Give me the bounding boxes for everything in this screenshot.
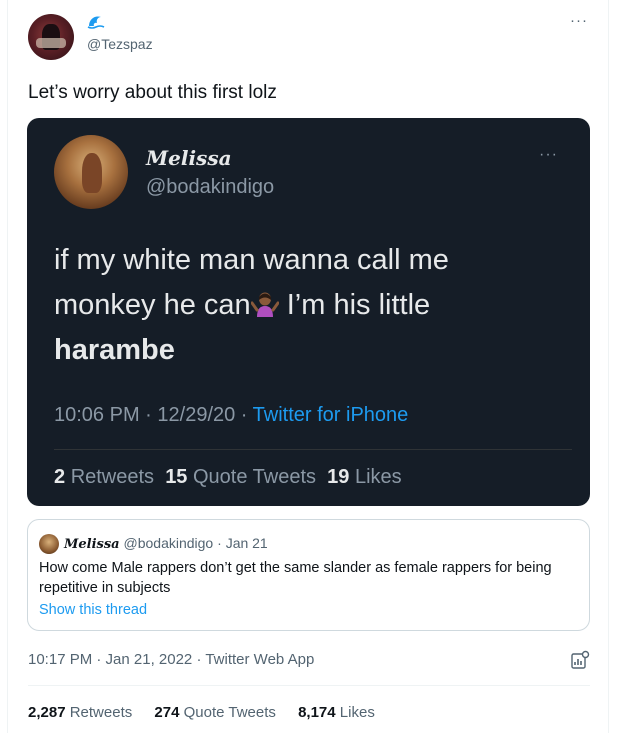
- quotes-label: Quote Tweets: [183, 704, 276, 721]
- embedded-retweets-label: Retweets: [70, 466, 155, 488]
- embedded-line-1: if my white man wanna call me: [54, 244, 449, 276]
- retweets-label: Retweets: [69, 704, 133, 721]
- embedded-line-2: monkey he can I’m his little: [54, 283, 574, 328]
- embedded-likes-label: Likes: [354, 466, 402, 488]
- quoted-tweet-card[interactable]: Melissa @bodakindigo · Jan 21 How come M…: [27, 519, 590, 631]
- embedded-display-name: Melissa: [146, 146, 232, 170]
- quoted-header: Melissa @bodakindigo · Jan 21: [64, 535, 268, 552]
- retweets-count: 2,287: [28, 704, 66, 721]
- left-border: [7, 0, 8, 733]
- tweet-timestamp[interactable]: 10:17 PM · Jan 21, 2022: [28, 651, 192, 668]
- likes-count: 8,174: [298, 704, 336, 721]
- person-shrugging-emoji: [250, 292, 279, 317]
- quoted-date[interactable]: Jan 21: [226, 535, 268, 551]
- embedded-quotes-label: Quote Tweets: [193, 466, 317, 488]
- quoted-text: How come Male rappers don’t get the same…: [39, 560, 552, 596]
- author-handle[interactable]: @Tezspaz: [87, 36, 153, 52]
- show-thread-link[interactable]: Show this thread: [39, 602, 147, 618]
- embedded-stats: 2 Retweets 15 Quote Tweets 19 Likes: [54, 466, 402, 489]
- tweet-source[interactable]: Twitter Web App: [205, 651, 314, 668]
- likes-label: Likes: [339, 704, 375, 721]
- embedded-retweets-count: 2: [54, 466, 66, 488]
- author-avatar[interactable]: [28, 14, 74, 60]
- likes-stat[interactable]: 8,174 Likes: [298, 704, 375, 721]
- more-options-icon[interactable]: ···: [570, 12, 588, 29]
- embedded-line-3: harambe: [54, 334, 175, 366]
- quotes-stat[interactable]: 274 Quote Tweets: [154, 704, 275, 721]
- stats-divider: [28, 685, 590, 686]
- embedded-source: Twitter for iPhone: [252, 404, 409, 426]
- quoted-avatar[interactable]: [39, 534, 59, 554]
- quoted-display-name[interactable]: Melissa: [64, 537, 120, 552]
- embedded-date: 12/29/20: [157, 404, 236, 426]
- tweet-meta: 10:17 PM · Jan 21, 2022 · Twitter Web Ap…: [28, 651, 315, 668]
- embedded-meta: 10:06 PM · 12/29/20 · Twitter for iPhone: [54, 404, 409, 426]
- tweet-stats: 2,287 Retweets 274 Quote Tweets 8,174 Li…: [28, 704, 393, 721]
- quoted-handle: @bodakindigo: [123, 535, 214, 551]
- embedded-handle: @bodakindigo: [146, 176, 275, 198]
- embedded-tweet-text: if my white man wanna call me monkey he …: [54, 238, 574, 373]
- embedded-line-2b: I’m his little: [278, 289, 431, 321]
- wave-icon: [87, 16, 105, 29]
- retweets-stat[interactable]: 2,287 Retweets: [28, 704, 132, 721]
- quotes-count: 274: [154, 704, 180, 721]
- tweet-text: Let’s worry about this first lolz: [28, 82, 277, 103]
- embedded-more-icon: ···: [539, 146, 558, 163]
- analytics-icon[interactable]: [570, 650, 590, 670]
- embedded-line-2a: monkey he can: [54, 289, 251, 321]
- embedded-time: 10:06 PM: [54, 404, 140, 426]
- embedded-divider: [54, 449, 572, 450]
- embedded-quotes-count: 15: [165, 466, 188, 488]
- embedded-screenshot[interactable]: Melissa @bodakindigo ··· if my white man…: [27, 118, 590, 506]
- embedded-likes-count: 19: [327, 466, 350, 488]
- embedded-avatar: [54, 135, 128, 209]
- right-border: [608, 0, 609, 733]
